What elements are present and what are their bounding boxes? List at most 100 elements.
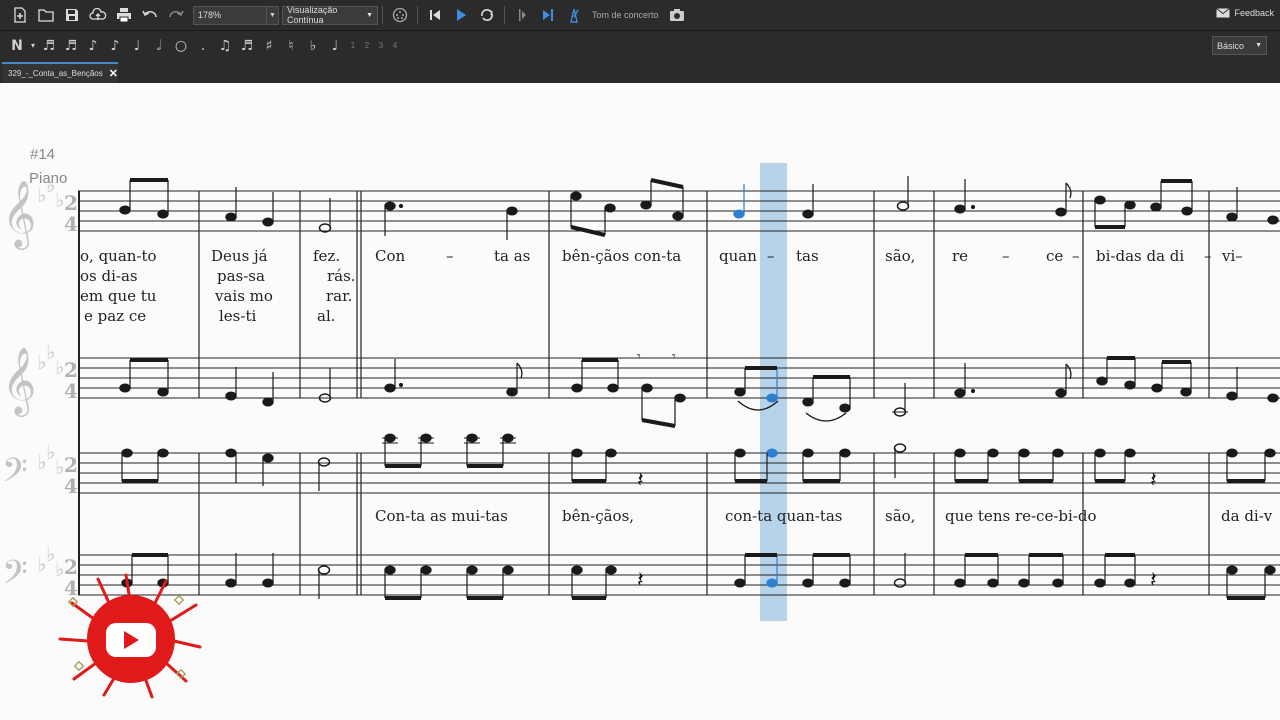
loop-icon[interactable]: [475, 3, 499, 27]
note-input-dropdown-icon[interactable]: ▾: [28, 41, 38, 50]
metronome-icon[interactable]: [562, 3, 586, 27]
svg-text:4: 4: [64, 212, 78, 236]
print-icon[interactable]: [112, 3, 136, 27]
thirty-second-note-icon[interactable]: ♬: [60, 38, 82, 54]
lyric-syllable[interactable]: rás.: [327, 267, 356, 285]
workspace-select[interactable]: Básico ▼: [1212, 36, 1267, 55]
rest-icon[interactable]: ♫: [214, 38, 236, 54]
faded-clefs: 𝄞 𝄞 𝄢 𝄢: [2, 179, 36, 600]
document-tab-bar: 329_-_Conta_as_Bençãos ✕: [0, 60, 1280, 83]
undo-icon[interactable]: [138, 3, 162, 27]
zoom-input[interactable]: 178%: [193, 5, 267, 25]
lyric-syllable[interactable]: Con: [375, 247, 405, 265]
eighth-note-icon[interactable]: ♪: [104, 38, 126, 54]
quarter-rest-icon: 𝄽: [1150, 567, 1157, 592]
whole-note-icon[interactable]: ○: [170, 38, 192, 54]
augmentation-dot-icon[interactable]: .: [192, 38, 214, 54]
zoom-dropdown-arrow[interactable]: ▼: [267, 5, 279, 25]
lyric-syllable[interactable]: –: [767, 247, 775, 265]
quarter-rest-icon: 𝄽: [637, 567, 644, 592]
midi-icon[interactable]: [388, 3, 412, 27]
sixty-fourth-note-icon[interactable]: ♬: [38, 38, 60, 54]
concert-pitch-toggle[interactable]: Tom de concerto: [592, 10, 659, 20]
lyric-syllable[interactable]: con-ta quan-tas: [725, 507, 843, 525]
lyric-syllable[interactable]: ta as: [494, 247, 530, 265]
lyric-syllable[interactable]: e paz ce: [84, 307, 146, 325]
sixteenth-note-icon[interactable]: ♪: [82, 38, 104, 54]
natural-icon[interactable]: ♮: [280, 38, 302, 54]
cloud-upload-icon[interactable]: [86, 3, 110, 27]
open-folder-icon[interactable]: [34, 3, 58, 27]
lyric-syllable[interactable]: bi-das da di: [1096, 247, 1184, 265]
instrument-name: Piano: [29, 170, 68, 187]
youtube-icon[interactable]: [58, 571, 203, 699]
lyric-syllable[interactable]: vais mo: [215, 287, 273, 305]
lyric-syllable[interactable]: Con-ta as mui-tas: [375, 507, 508, 525]
new-file-icon[interactable]: [8, 3, 32, 27]
flat-icon[interactable]: ♭: [302, 38, 324, 54]
half-note-icon[interactable]: 𝅗𝅥: [148, 38, 170, 54]
camera-icon[interactable]: [665, 3, 689, 27]
lyric-syllable[interactable]: em que tu: [80, 287, 156, 305]
lyric-syllable[interactable]: da di-v: [1221, 507, 1272, 525]
lyric-syllable[interactable]: –: [1002, 247, 1010, 265]
chevron-down-icon: ▼: [1255, 42, 1262, 49]
lyric-syllable[interactable]: al.: [317, 307, 336, 325]
lyric-syllable[interactable]: vi–: [1222, 247, 1243, 265]
loop-in-icon[interactable]: [510, 3, 534, 27]
feedback-button[interactable]: Feedback: [1216, 8, 1274, 18]
lyric-syllable[interactable]: –: [446, 247, 454, 265]
lyric-syllable[interactable]: bên-çãos con-ta: [562, 247, 681, 265]
voice-4-button[interactable]: 4: [388, 41, 402, 50]
lyric-syllable[interactable]: rar.: [326, 287, 352, 305]
save-icon[interactable]: [60, 3, 84, 27]
play-icon[interactable]: [449, 3, 473, 27]
feedback-label: Feedback: [1234, 8, 1274, 18]
lyric-syllable[interactable]: –: [1072, 247, 1080, 265]
flip-direction-icon[interactable]: ♩: [324, 38, 346, 54]
lyric-syllable[interactable]: os di-as: [80, 267, 138, 285]
mail-icon: [1216, 8, 1231, 18]
close-icon[interactable]: ✕: [109, 67, 118, 80]
voice-3-button[interactable]: 3: [374, 41, 388, 50]
lyric-syllable[interactable]: são,: [885, 247, 915, 265]
redo-icon[interactable]: [164, 3, 188, 27]
lyric-syllable[interactable]: re: [952, 247, 968, 265]
workspace-label: Básico: [1217, 40, 1245, 51]
key-signatures: ♭ ♭♭ ♭ ♭♭ ♭ ♭♭ ♭ ♭♭: [37, 173, 64, 581]
lyric-syllable[interactable]: Deus já: [211, 247, 268, 265]
lyric-syllable[interactable]: ce: [1046, 247, 1063, 265]
lyric-syllable[interactable]: tas: [796, 247, 819, 265]
treble-clef-icon: 𝄞: [2, 346, 36, 417]
score-tab[interactable]: 329_-_Conta_as_Bençãos ✕: [2, 62, 118, 83]
note-input-mode-icon[interactable]: N: [6, 38, 28, 54]
voice-2-button[interactable]: 2: [360, 41, 374, 50]
selected-note[interactable]: [733, 209, 745, 219]
quarter-note-icon[interactable]: ♩: [126, 38, 148, 54]
lyric-syllable[interactable]: o, quan-to: [80, 247, 157, 265]
score-canvas[interactable]: 𝄞 𝄞 𝄢 𝄢 ♭ ♭ ♭ ♭ ♭ ♭ ♭ ♭ ♭ ♭ ♭ ♭ 24 24 24 24: [0, 83, 1280, 720]
lyric-syllable[interactable]: que tens re-ce-bi-do: [945, 507, 1097, 525]
lyric-syllable[interactable]: fez.: [313, 247, 340, 265]
toolbar-divider: [382, 6, 383, 24]
treble-clef-icon: 𝄞: [2, 179, 36, 250]
lyric-syllable[interactable]: quan: [719, 247, 757, 265]
staff-2-notes: 𝄾 𝄾: [119, 348, 1279, 428]
quarter-rest-icon: 𝄽: [1150, 467, 1157, 492]
playback-cursor: [760, 163, 787, 621]
quarter-rest-icon: 𝄽: [637, 467, 644, 492]
staff-3: [78, 452, 1280, 494]
lyric-syllable[interactable]: –: [1204, 247, 1212, 265]
lyric-syllable[interactable]: bên-çãos,: [562, 507, 634, 525]
lyric-syllable[interactable]: les-ti: [219, 307, 256, 325]
time-signatures: 24 24 24 24: [64, 191, 78, 600]
lyric-syllable[interactable]: são,: [885, 507, 915, 525]
voice-1-button[interactable]: 1: [346, 41, 360, 50]
toolbar-divider: [504, 6, 505, 24]
lyric-syllable[interactable]: pas-sa: [217, 267, 265, 285]
sharp-icon[interactable]: ♯: [258, 38, 280, 54]
view-mode-select[interactable]: Visualização Contínua ▼: [282, 5, 378, 25]
tie-icon[interactable]: ♬: [236, 38, 258, 54]
rewind-icon[interactable]: [423, 3, 447, 27]
loop-out-icon[interactable]: [536, 3, 560, 27]
